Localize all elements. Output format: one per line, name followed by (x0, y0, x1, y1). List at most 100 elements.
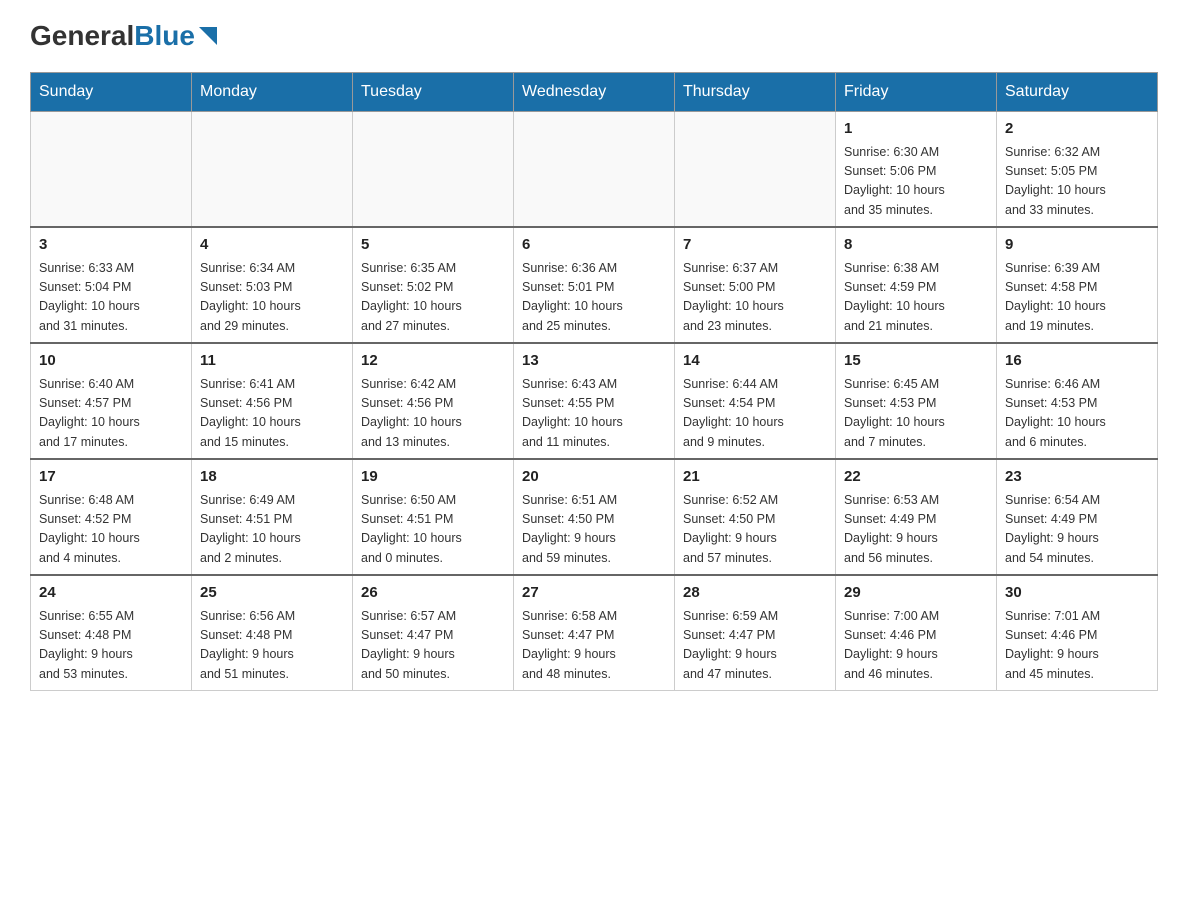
calendar-week-row-2: 3Sunrise: 6:33 AMSunset: 5:04 PMDaylight… (31, 227, 1158, 343)
calendar-cell: 22Sunrise: 6:53 AMSunset: 4:49 PMDayligh… (836, 459, 997, 575)
calendar-cell: 5Sunrise: 6:35 AMSunset: 5:02 PMDaylight… (353, 227, 514, 343)
day-number: 18 (200, 466, 344, 489)
calendar-cell: 18Sunrise: 6:49 AMSunset: 4:51 PMDayligh… (192, 459, 353, 575)
day-info: Sunrise: 6:52 AMSunset: 4:50 PMDaylight:… (683, 491, 827, 569)
page-header: General Blue (30, 20, 1158, 52)
day-number: 29 (844, 582, 988, 605)
day-number: 4 (200, 234, 344, 257)
calendar-cell (192, 112, 353, 228)
day-number: 10 (39, 350, 183, 373)
day-info: Sunrise: 6:40 AMSunset: 4:57 PMDaylight:… (39, 375, 183, 453)
calendar-cell: 9Sunrise: 6:39 AMSunset: 4:58 PMDaylight… (997, 227, 1158, 343)
day-number: 13 (522, 350, 666, 373)
calendar-cell: 28Sunrise: 6:59 AMSunset: 4:47 PMDayligh… (675, 575, 836, 691)
day-number: 22 (844, 466, 988, 489)
calendar-cell: 1Sunrise: 6:30 AMSunset: 5:06 PMDaylight… (836, 112, 997, 228)
day-info: Sunrise: 6:59 AMSunset: 4:47 PMDaylight:… (683, 607, 827, 685)
day-number: 14 (683, 350, 827, 373)
day-number: 25 (200, 582, 344, 605)
calendar-cell (31, 112, 192, 228)
day-info: Sunrise: 6:55 AMSunset: 4:48 PMDaylight:… (39, 607, 183, 685)
calendar-cell: 17Sunrise: 6:48 AMSunset: 4:52 PMDayligh… (31, 459, 192, 575)
day-number: 21 (683, 466, 827, 489)
day-info: Sunrise: 6:41 AMSunset: 4:56 PMDaylight:… (200, 375, 344, 453)
day-info: Sunrise: 7:00 AMSunset: 4:46 PMDaylight:… (844, 607, 988, 685)
weekday-header-sunday: Sunday (31, 73, 192, 112)
calendar-cell: 16Sunrise: 6:46 AMSunset: 4:53 PMDayligh… (997, 343, 1158, 459)
calendar-cell (353, 112, 514, 228)
logo: General Blue (30, 20, 217, 52)
calendar-cell: 4Sunrise: 6:34 AMSunset: 5:03 PMDaylight… (192, 227, 353, 343)
day-info: Sunrise: 6:53 AMSunset: 4:49 PMDaylight:… (844, 491, 988, 569)
weekday-header-row: SundayMondayTuesdayWednesdayThursdayFrid… (31, 73, 1158, 112)
day-number: 23 (1005, 466, 1149, 489)
calendar-cell: 8Sunrise: 6:38 AMSunset: 4:59 PMDaylight… (836, 227, 997, 343)
weekday-header-monday: Monday (192, 73, 353, 112)
calendar-cell: 11Sunrise: 6:41 AMSunset: 4:56 PMDayligh… (192, 343, 353, 459)
day-number: 24 (39, 582, 183, 605)
calendar-cell: 19Sunrise: 6:50 AMSunset: 4:51 PMDayligh… (353, 459, 514, 575)
day-number: 27 (522, 582, 666, 605)
logo-arrow-icon (199, 27, 217, 45)
day-number: 2 (1005, 118, 1149, 141)
day-number: 6 (522, 234, 666, 257)
logo-blue-section: Blue (134, 22, 217, 50)
day-number: 17 (39, 466, 183, 489)
day-info: Sunrise: 6:38 AMSunset: 4:59 PMDaylight:… (844, 259, 988, 337)
day-number: 28 (683, 582, 827, 605)
day-info: Sunrise: 6:43 AMSunset: 4:55 PMDaylight:… (522, 375, 666, 453)
day-info: Sunrise: 6:46 AMSunset: 4:53 PMDaylight:… (1005, 375, 1149, 453)
day-number: 30 (1005, 582, 1149, 605)
weekday-header-tuesday: Tuesday (353, 73, 514, 112)
day-info: Sunrise: 6:45 AMSunset: 4:53 PMDaylight:… (844, 375, 988, 453)
day-info: Sunrise: 6:51 AMSunset: 4:50 PMDaylight:… (522, 491, 666, 569)
calendar-cell: 12Sunrise: 6:42 AMSunset: 4:56 PMDayligh… (353, 343, 514, 459)
day-info: Sunrise: 6:33 AMSunset: 5:04 PMDaylight:… (39, 259, 183, 337)
calendar-cell: 30Sunrise: 7:01 AMSunset: 4:46 PMDayligh… (997, 575, 1158, 691)
calendar-table: SundayMondayTuesdayWednesdayThursdayFrid… (30, 72, 1158, 691)
day-number: 11 (200, 350, 344, 373)
calendar-cell (675, 112, 836, 228)
calendar-cell: 24Sunrise: 6:55 AMSunset: 4:48 PMDayligh… (31, 575, 192, 691)
calendar-cell: 3Sunrise: 6:33 AMSunset: 5:04 PMDaylight… (31, 227, 192, 343)
calendar-cell: 20Sunrise: 6:51 AMSunset: 4:50 PMDayligh… (514, 459, 675, 575)
logo-general-text: General (30, 20, 134, 52)
calendar-cell (514, 112, 675, 228)
weekday-header-wednesday: Wednesday (514, 73, 675, 112)
day-info: Sunrise: 7:01 AMSunset: 4:46 PMDaylight:… (1005, 607, 1149, 685)
day-number: 1 (844, 118, 988, 141)
calendar-cell: 23Sunrise: 6:54 AMSunset: 4:49 PMDayligh… (997, 459, 1158, 575)
calendar-week-row-3: 10Sunrise: 6:40 AMSunset: 4:57 PMDayligh… (31, 343, 1158, 459)
day-number: 20 (522, 466, 666, 489)
day-info: Sunrise: 6:37 AMSunset: 5:00 PMDaylight:… (683, 259, 827, 337)
calendar-cell: 25Sunrise: 6:56 AMSunset: 4:48 PMDayligh… (192, 575, 353, 691)
calendar-week-row-4: 17Sunrise: 6:48 AMSunset: 4:52 PMDayligh… (31, 459, 1158, 575)
day-number: 9 (1005, 234, 1149, 257)
day-info: Sunrise: 6:42 AMSunset: 4:56 PMDaylight:… (361, 375, 505, 453)
day-info: Sunrise: 6:58 AMSunset: 4:47 PMDaylight:… (522, 607, 666, 685)
day-number: 8 (844, 234, 988, 257)
day-number: 26 (361, 582, 505, 605)
day-info: Sunrise: 6:56 AMSunset: 4:48 PMDaylight:… (200, 607, 344, 685)
calendar-cell: 26Sunrise: 6:57 AMSunset: 4:47 PMDayligh… (353, 575, 514, 691)
calendar-cell: 2Sunrise: 6:32 AMSunset: 5:05 PMDaylight… (997, 112, 1158, 228)
day-info: Sunrise: 6:49 AMSunset: 4:51 PMDaylight:… (200, 491, 344, 569)
day-number: 19 (361, 466, 505, 489)
calendar-cell: 27Sunrise: 6:58 AMSunset: 4:47 PMDayligh… (514, 575, 675, 691)
day-number: 3 (39, 234, 183, 257)
calendar-cell: 10Sunrise: 6:40 AMSunset: 4:57 PMDayligh… (31, 343, 192, 459)
day-number: 12 (361, 350, 505, 373)
calendar-cell: 29Sunrise: 7:00 AMSunset: 4:46 PMDayligh… (836, 575, 997, 691)
logo-blue-text: Blue (134, 22, 195, 50)
calendar-cell: 21Sunrise: 6:52 AMSunset: 4:50 PMDayligh… (675, 459, 836, 575)
day-number: 7 (683, 234, 827, 257)
day-info: Sunrise: 6:34 AMSunset: 5:03 PMDaylight:… (200, 259, 344, 337)
calendar-week-row-1: 1Sunrise: 6:30 AMSunset: 5:06 PMDaylight… (31, 112, 1158, 228)
day-info: Sunrise: 6:54 AMSunset: 4:49 PMDaylight:… (1005, 491, 1149, 569)
calendar-week-row-5: 24Sunrise: 6:55 AMSunset: 4:48 PMDayligh… (31, 575, 1158, 691)
day-number: 5 (361, 234, 505, 257)
day-number: 16 (1005, 350, 1149, 373)
day-info: Sunrise: 6:35 AMSunset: 5:02 PMDaylight:… (361, 259, 505, 337)
day-info: Sunrise: 6:32 AMSunset: 5:05 PMDaylight:… (1005, 143, 1149, 221)
weekday-header-thursday: Thursday (675, 73, 836, 112)
